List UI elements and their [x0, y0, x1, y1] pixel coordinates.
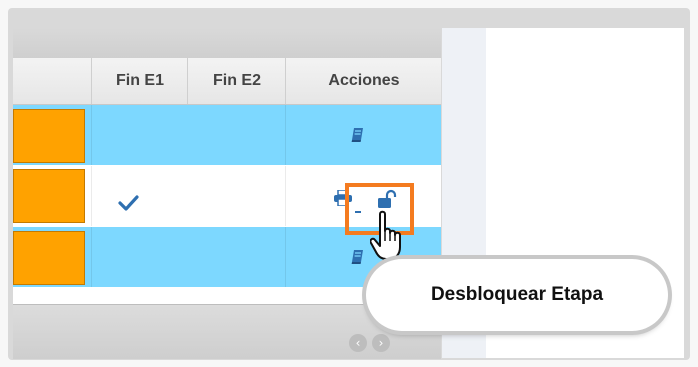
status-cell [13, 231, 85, 285]
grid-toolbar [13, 28, 441, 59]
prev-page-button[interactable]: ‹ [349, 334, 367, 352]
column-header-status[interactable] [13, 58, 91, 104]
column-header-fin-e2[interactable]: Fin E2 [187, 58, 286, 104]
check-icon [117, 192, 139, 214]
hand-cursor-icon [369, 210, 410, 266]
tooltip: Desbloquear Etapa [366, 259, 668, 331]
book-icon[interactable] [350, 127, 366, 147]
grid-header: Fin E1 Fin E2 Acciones [13, 58, 441, 105]
status-cell [13, 169, 85, 223]
column-separator [285, 166, 286, 226]
table-row[interactable] [13, 105, 441, 165]
column-separator [91, 166, 92, 226]
column-header-fin-e1[interactable]: Fin E1 [91, 58, 188, 104]
column-separator [91, 105, 92, 165]
next-page-button[interactable]: › [372, 334, 390, 352]
book-icon[interactable] [350, 249, 366, 269]
column-header-acciones[interactable]: Acciones [285, 58, 442, 104]
column-separator [91, 227, 92, 287]
column-separator [285, 105, 286, 165]
column-separator [285, 227, 286, 287]
status-cell [13, 109, 85, 163]
